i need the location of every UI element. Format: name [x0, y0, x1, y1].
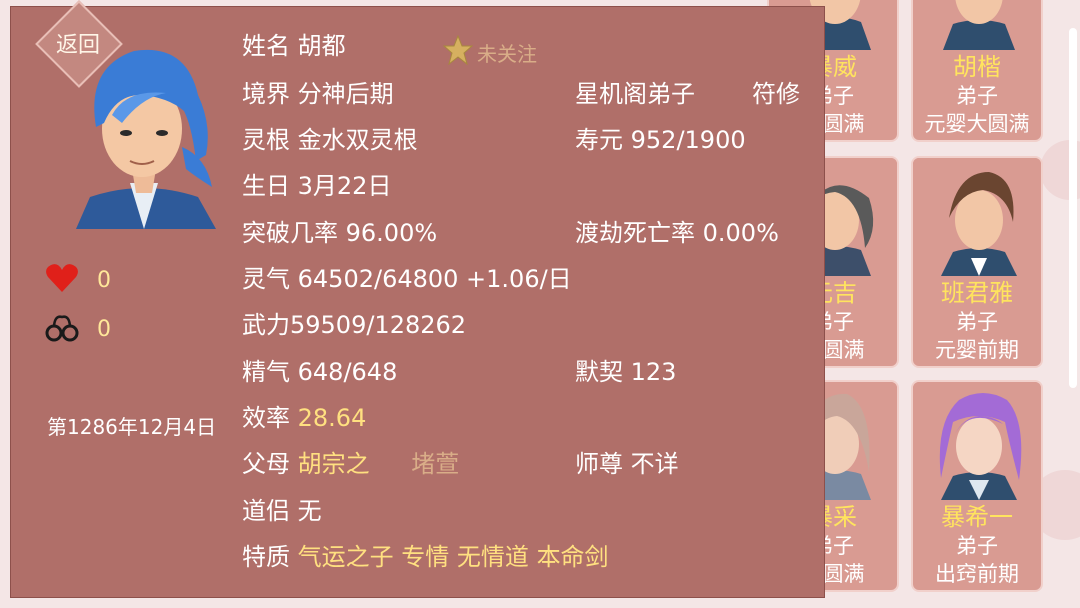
- follow-label: 未关注: [477, 42, 537, 66]
- efficiency-value: 28.64: [297, 404, 367, 432]
- character-portrait: [913, 158, 1041, 276]
- scrollbar[interactable]: [1069, 28, 1077, 388]
- birthday-field: 生日 3月22日: [242, 172, 392, 200]
- hostility-stat: 0: [45, 311, 111, 347]
- character-role: 弟子: [956, 534, 998, 558]
- character-role: 弟子: [956, 310, 998, 334]
- trait-item[interactable]: 无情道: [457, 543, 529, 571]
- heart-icon: [45, 263, 79, 297]
- mother-link[interactable]: 堵萱: [411, 450, 459, 478]
- qi-field: 灵气 64502/64800 +1.06/日: [242, 265, 572, 293]
- roster-card[interactable]: 胡楷 弟子 元婴大圆满: [911, 0, 1043, 142]
- name-field: 姓名 胡都: [242, 32, 346, 60]
- force-field: 武力59509/128262: [242, 311, 467, 339]
- spirit-root-field: 灵根 金水双灵根: [242, 126, 418, 154]
- roster-card[interactable]: 暴希一 弟子 出窍前期: [911, 380, 1043, 592]
- lifespan-field: 寿元 952/1900: [575, 126, 746, 154]
- character-name: 胡楷: [953, 53, 1001, 81]
- essence-field: 精气 648/648: [242, 358, 398, 386]
- affection-count: 0: [97, 267, 111, 293]
- parents-field: 父母 胡宗之 堵萱: [242, 450, 460, 478]
- partner-field: 道侣 无: [242, 497, 322, 525]
- back-button[interactable]: 返回: [35, 0, 123, 88]
- trait-item[interactable]: 专情: [401, 543, 449, 571]
- breakthrough-field: 突破几率 96.00%: [242, 219, 438, 247]
- back-button-label: 返回: [55, 33, 100, 58]
- father-link[interactable]: 胡宗之: [298, 450, 370, 478]
- game-date: 第1286年12月4日: [47, 415, 217, 439]
- roster-card[interactable]: 班君雅 弟子 元婴前期: [911, 156, 1043, 368]
- tribulation-field: 渡劫死亡率 0.00%: [575, 219, 779, 247]
- character-portrait: [913, 382, 1041, 500]
- handcuffs-icon: [45, 311, 79, 347]
- traits-field: 特质 气运之子 专情 无情道 本命剑: [242, 543, 609, 571]
- sect-field: 星机阁弟子: [575, 80, 695, 108]
- star-icon: [442, 34, 474, 70]
- master-field: 师尊 不详: [575, 450, 679, 478]
- profession-field: 符修: [752, 80, 800, 108]
- realm-field: 境界 分神后期: [242, 80, 394, 108]
- character-role: 弟子: [956, 84, 998, 108]
- efficiency-field: 效率 28.64: [242, 404, 367, 432]
- character-realm: 元婴前期: [935, 338, 1019, 362]
- character-name: 班君雅: [941, 279, 1013, 307]
- follow-button[interactable]: 未关注: [442, 34, 537, 70]
- character-detail-panel: 0 0 第1286年12月4日 姓名 胡都 未关注 境界 分神后期 星机阁弟子 …: [10, 6, 825, 598]
- hostility-count: 0: [97, 316, 111, 342]
- character-name: 暴希一: [941, 503, 1013, 531]
- trait-item[interactable]: 气运之子: [298, 543, 394, 571]
- character-portrait: [913, 0, 1041, 50]
- character-realm: 元婴大圆满: [924, 112, 1030, 136]
- rapport-field: 默契 123: [575, 358, 677, 386]
- trait-item[interactable]: 本命剑: [537, 543, 609, 571]
- character-realm: 出窍前期: [935, 562, 1019, 586]
- affection-stat: 0: [45, 263, 111, 297]
